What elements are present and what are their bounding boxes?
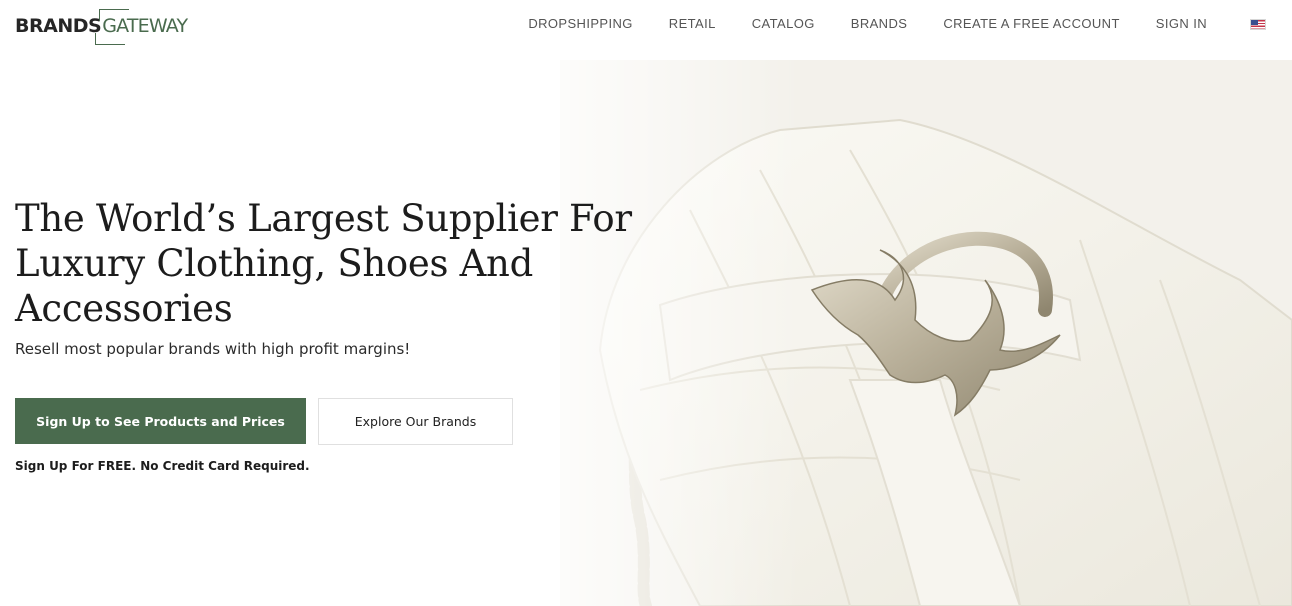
explore-brands-button[interactable]: Explore Our Brands: [318, 398, 513, 445]
logo-bracket-top: [99, 9, 130, 21]
us-flag-icon[interactable]: [1250, 18, 1266, 30]
logo-gateway-text: GATEWAY: [95, 9, 188, 45]
hero-subline: Resell most popular brands with high pro…: [15, 340, 411, 358]
nav-catalog[interactable]: CATALOG: [752, 16, 815, 32]
main-nav: DROPSHIPPING RETAIL CATALOG BRANDS CREAT…: [528, 16, 1266, 32]
hero-section: The World’s Largest Supplier For Luxury …: [0, 60, 1292, 606]
sign-up-button[interactable]: Sign Up to See Products and Prices: [15, 398, 306, 444]
site-header: BRANDS GATEWAY DROPSHIPPING RETAIL CATAL…: [0, 0, 1292, 60]
free-signup-note: Sign Up For FREE. No Credit Card Require…: [15, 459, 310, 473]
nav-dropshipping[interactable]: DROPSHIPPING: [528, 16, 632, 32]
nav-brands[interactable]: BRANDS: [851, 16, 908, 32]
hero-image-fade: [0, 60, 1292, 606]
nav-sign-in[interactable]: SIGN IN: [1156, 16, 1207, 32]
logo-brands-text: BRANDS: [15, 15, 102, 37]
logo-bracket-bottom: [95, 33, 126, 45]
brandsgateway-logo[interactable]: BRANDS GATEWAY: [15, 9, 188, 45]
nav-retail[interactable]: RETAIL: [669, 16, 716, 32]
nav-create-free-account[interactable]: CREATE A FREE ACCOUNT: [943, 16, 1119, 32]
flag-canton: [1251, 19, 1258, 25]
hero-headline: The World’s Largest Supplier For Luxury …: [15, 197, 632, 330]
